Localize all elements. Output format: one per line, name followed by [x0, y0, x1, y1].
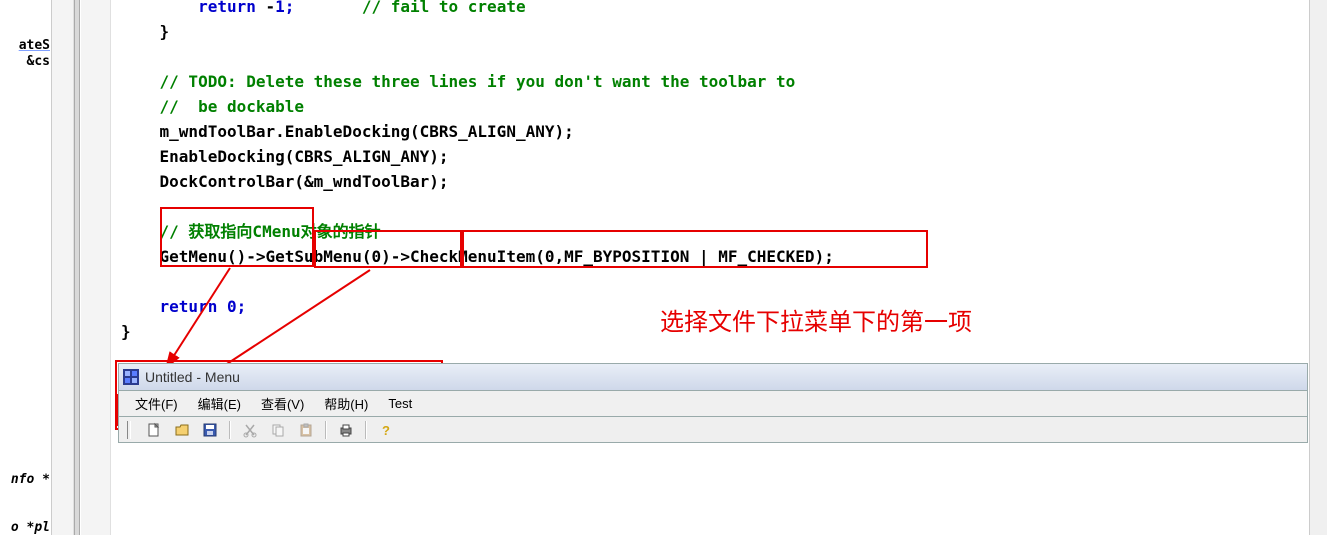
- toolbar-grip[interactable]: [127, 421, 131, 439]
- menu-view[interactable]: 查看(V): [251, 391, 314, 416]
- pane-divider[interactable]: [74, 0, 80, 535]
- toolbar-separator: [325, 421, 327, 439]
- titlebar[interactable]: Untitled - Menu: [118, 363, 1308, 391]
- menu-help[interactable]: 帮助(H): [314, 391, 378, 416]
- symbol-label-1[interactable]: ateS: [0, 38, 50, 53]
- menu-edit[interactable]: 编辑(E): [188, 391, 251, 416]
- symbol-label-2: &cs: [0, 54, 50, 69]
- toolbar-separator: [365, 421, 367, 439]
- menu-test[interactable]: Test: [378, 393, 422, 414]
- source-code[interactable]: return -1; // fail to create } // TODO: …: [121, 0, 834, 344]
- symbol-label-3: nfo *: [0, 472, 50, 487]
- app-icon: [123, 369, 139, 385]
- class-view-strip: ateS &cs nfo * o *pl: [0, 0, 52, 535]
- menubar: 文件(F) 编辑(E) 查看(V) 帮助(H) Test: [118, 391, 1308, 417]
- help-icon[interactable]: ?: [377, 421, 395, 439]
- menu-file[interactable]: 文件(F): [125, 391, 188, 416]
- toolbar-separator: [229, 421, 231, 439]
- annotation-text: 选择文件下拉菜单下的第一项: [660, 302, 972, 337]
- print-icon[interactable]: [337, 421, 355, 439]
- open-icon[interactable]: [173, 421, 191, 439]
- save-icon[interactable]: [201, 421, 219, 439]
- cut-icon[interactable]: [241, 421, 259, 439]
- toolbar: ?: [118, 417, 1308, 443]
- new-icon[interactable]: [145, 421, 163, 439]
- window-title: Untitled - Menu: [145, 369, 240, 385]
- left-gutter: [52, 0, 74, 535]
- paste-icon[interactable]: [297, 421, 315, 439]
- code-margin: [81, 0, 111, 535]
- symbol-label-4: o *pl: [0, 520, 50, 535]
- svg-text:?: ?: [382, 423, 390, 438]
- vertical-scrollbar[interactable]: [1309, 0, 1327, 535]
- sample-app-window: Untitled - Menu 文件(F) 编辑(E) 查看(V) 帮助(H) …: [118, 363, 1308, 443]
- copy-icon[interactable]: [269, 421, 287, 439]
